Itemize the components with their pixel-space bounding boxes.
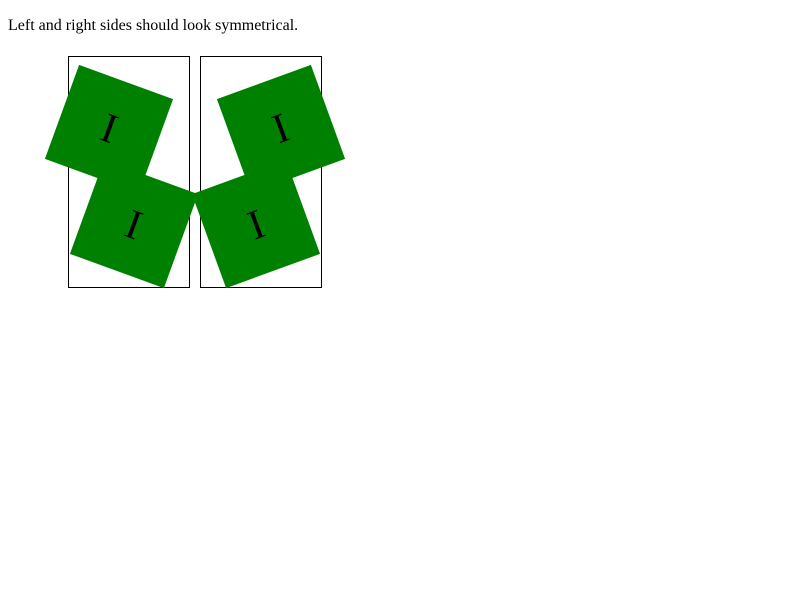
tile-glyph: I [241,199,271,249]
tile-glyph: I [266,104,296,154]
left-panel: I I [44,56,199,289]
right-bottom-tile: I [191,159,321,289]
left-bottom-tile: I [69,159,199,289]
tile-glyph: I [94,104,124,154]
instruction-text: Left and right sides should look symmetr… [8,17,299,34]
tile-glyph: I [119,199,149,249]
right-panel: I I [191,56,346,289]
